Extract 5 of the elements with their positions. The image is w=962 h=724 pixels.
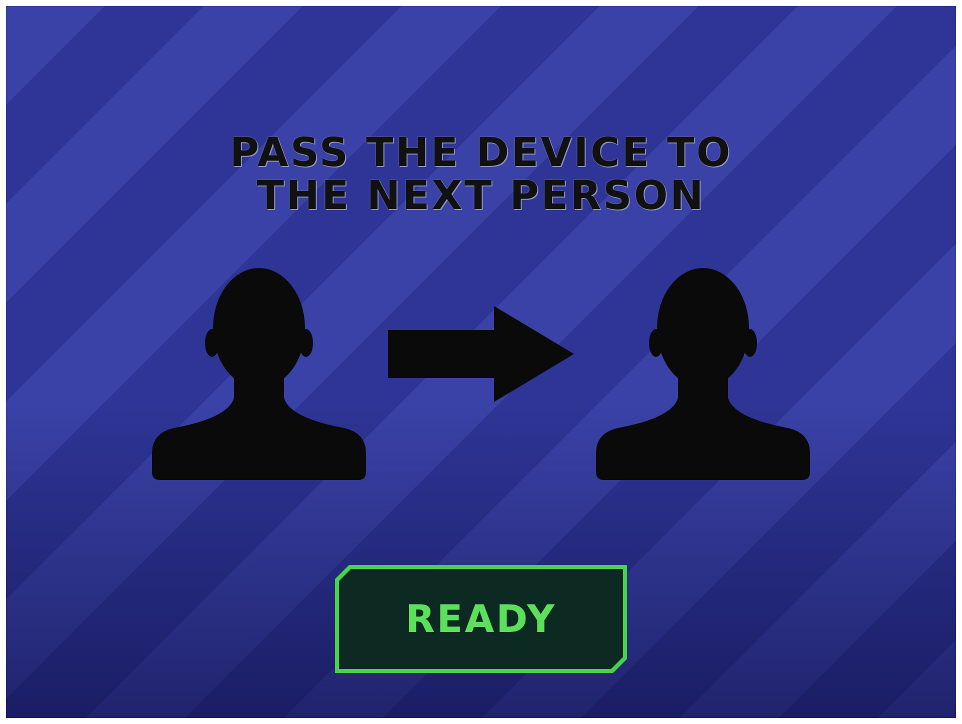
person-silhouette-icon bbox=[152, 268, 366, 480]
person-silhouette-icon bbox=[596, 268, 810, 480]
instruction-title: PASS THE DEVICE TO THE NEXT PERSON bbox=[228, 132, 734, 218]
arrow-icon bbox=[388, 306, 574, 402]
ready-button[interactable]: READY bbox=[335, 565, 627, 673]
